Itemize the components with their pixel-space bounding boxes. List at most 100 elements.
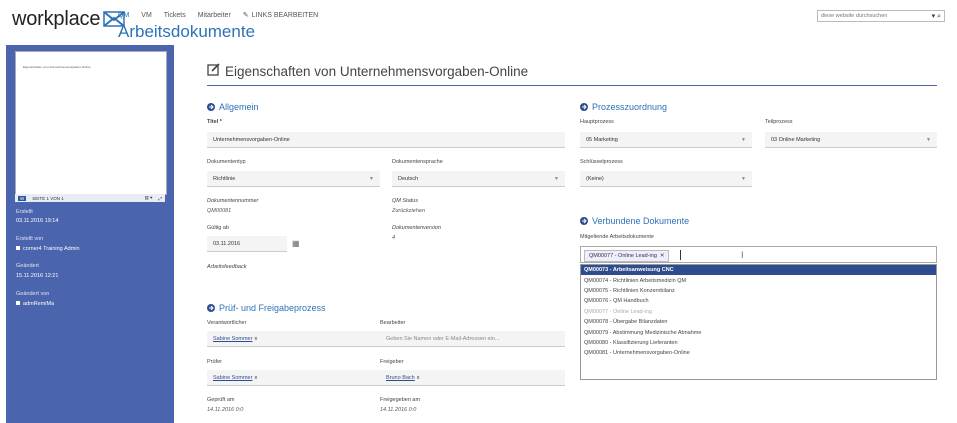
freigeber-people-picker[interactable]: Bruno Bach x (380, 370, 565, 386)
changed-by-value[interactable]: admRemiMa (16, 301, 54, 307)
teil-label: Teilprozess (765, 119, 793, 125)
nav-mitarbeiter[interactable]: Mitarbeiter (198, 12, 231, 19)
created-by-value[interactable]: corner4 Training Admin (16, 246, 80, 252)
doktyp-select[interactable]: Richtlinie ▼ (207, 171, 380, 187)
person-token[interactable]: Sabine Sommer (213, 336, 252, 342)
freigegeben-label: Freigegeben am (380, 397, 421, 403)
verantw-people-picker[interactable]: Sabine Sommer x (207, 331, 380, 347)
person-token[interactable]: Sabine Sommer (213, 375, 252, 381)
schluesselprozess-select[interactable]: (Keine) ▼ (580, 171, 752, 187)
view-options-icon[interactable]: ▥ ▾ (145, 195, 153, 201)
nav-tickets[interactable]: Tickets (164, 12, 186, 19)
version-value: 4 (392, 235, 396, 241)
changed-value: 15.11.2016 12:21 (16, 273, 59, 279)
person-token[interactable]: Bruno Bach (386, 375, 415, 381)
user-presence-icon (16, 301, 20, 305)
text-cursor (680, 250, 681, 260)
doknr-label: Dokumentennummer (207, 198, 259, 204)
list-item[interactable]: QM00074 - Richtlinien Arbeitsmedizin QM (581, 275, 936, 285)
preview-text: Eigenschaften von Unternehmensvorgaben-O… (23, 65, 91, 69)
arrow-circle-icon (580, 103, 588, 111)
list-item[interactable]: QM00078 - Übergabe Bilanzdaten (581, 317, 936, 327)
pruefer-people-picker[interactable]: Sabine Sommer x (207, 370, 380, 386)
calendar-icon[interactable]: ▦ (292, 239, 300, 248)
remove-icon[interactable]: x (254, 336, 257, 342)
gueltig-label: Gültig ab (207, 225, 230, 231)
selected-token[interactable]: QM00077 - Online Lead-ing ✕ (584, 250, 670, 262)
geprueft-label: Geprüft am (207, 397, 235, 403)
site-logo[interactable]: workplace (12, 8, 125, 33)
haupt-label: Hauptprozess (580, 119, 614, 125)
status-value: Zurückziehen (392, 208, 426, 214)
page-indicator: SEITE 1 VON 1 (32, 195, 64, 201)
dokspr-select[interactable]: Deutsch ▼ (392, 171, 565, 187)
bearbeiter-label: Bearbeiter (380, 320, 406, 326)
list-item[interactable]: QM00075 - Richtlinien Konzernbilanz (581, 286, 936, 296)
doknr-value: QM00081 (207, 208, 232, 214)
verbunden-heading[interactable]: Verbundene Dokumente (580, 216, 689, 226)
close-icon[interactable]: ✕ (660, 253, 665, 259)
chevron-down-icon: ▼ (741, 136, 746, 143)
word-icon: W (18, 195, 27, 201)
titel-input[interactable]: Unternehmensvorgaben-Online (207, 132, 565, 148)
list-item[interactable]: QM00079 - Abstimmung Medizinische Abnahm… (581, 327, 936, 337)
list-item[interactable]: QM00073 - Arbeitsanweisung CNC (581, 265, 936, 276)
pruef-heading[interactable]: Prüf- und Freigabeprozess (207, 303, 326, 313)
created-by-label: Erstellt von (16, 236, 44, 242)
pencil-icon: ✎ (242, 12, 249, 19)
list-item[interactable]: QM00076 - QM Handbuch (581, 296, 936, 306)
allgemein-heading[interactable]: Allgemein (207, 102, 259, 112)
doktyp-label: Dokumententyp (207, 159, 246, 165)
search-input[interactable]: diese website durchsuchen (821, 13, 887, 19)
edit-links-button[interactable]: ✎ LINKS BEARBEITEN (242, 11, 318, 20)
status-label: QM Status (392, 198, 418, 204)
list-item: QM00077 - Online Lead-ing (584, 308, 652, 315)
arrow-circle-icon (207, 304, 215, 312)
hauptprozess-select[interactable]: 05 Marketing ▼ (580, 132, 752, 148)
mouse-ibeam-icon: I (741, 250, 744, 260)
geprueft-value: 14.11.2016 0:0 (207, 407, 244, 413)
list-item[interactable]: QM00081 - Unternehmensvorgaben-Online (581, 348, 936, 358)
preview-toolbar: W SEITE 1 VON 1 ▥ ▾ ⤢ (15, 194, 165, 202)
user-presence-icon (16, 246, 20, 250)
list-item[interactable]: QM00080 - Klassifizierung Lieferanten (581, 338, 936, 348)
version-label: Dokumentenversion (392, 225, 441, 231)
arrow-circle-icon (580, 217, 588, 225)
chevron-down-icon: ▼ (369, 175, 374, 182)
mitgeltend-multiselect[interactable]: QM00077 - Online Lead-ing ✕ I (580, 246, 937, 263)
schluessel-label: Schlüsselprozess (580, 159, 623, 165)
teilprozess-select[interactable]: 03 Online Marketing ▼ (765, 132, 937, 148)
section-title: Eigenschaften von Unternehmensvorgaben-O… (207, 63, 528, 79)
top-navigation: QM VM Tickets Mitarbeiter ✎ LINKS BEARBEI… (118, 11, 318, 20)
created-value: 03.11.2016 19:14 (16, 218, 59, 224)
chevron-down-icon: ▼ (741, 175, 746, 182)
search-icon[interactable]: ▾ ⌕ (932, 12, 941, 21)
chevron-down-icon: ▼ (926, 136, 931, 143)
arrow-circle-icon (207, 103, 215, 111)
chevron-down-icon: ▼ (554, 175, 559, 182)
gueltig-date-input[interactable]: 03.11.2016 (207, 236, 287, 252)
bearbeiter-people-picker[interactable]: Geben Sie Namen oder E-Mail-Adressen ein… (380, 331, 565, 347)
dropdown-list: QM00073 - Arbeitsanweisung CNC QM00074 -… (580, 264, 937, 380)
document-preview[interactable] (15, 51, 167, 195)
page-title: Arbeitsdokumente (118, 22, 256, 41)
search-box[interactable]: diese website durchsuchen ▾ ⌕ (817, 10, 945, 22)
mitgeltend-label: Mitgeltende Arbeitsdokumente (580, 234, 654, 240)
freigeber-label: Freigeber (380, 359, 404, 365)
fullscreen-icon[interactable]: ⤢ (158, 196, 162, 201)
titel-label: Titel * (207, 119, 222, 125)
prozess-heading[interactable]: Prozesszuordnung (580, 102, 667, 112)
freigegeben-value: 14.11.2016 0:0 (380, 407, 417, 413)
sidebar: Eigenschaften von Unternehmensvorgaben-O… (6, 45, 174, 423)
created-label: Erstellt (16, 209, 33, 215)
dokspr-label: Dokumentensprache (392, 159, 443, 165)
remove-icon[interactable]: x (254, 375, 257, 381)
changed-by-label: Geändert von (16, 291, 50, 297)
remove-icon[interactable]: x (417, 375, 420, 381)
feedback-label: Arbeitsfeedback (207, 264, 247, 270)
verantw-label: Verantwortlicher (207, 320, 247, 326)
nav-vm[interactable]: VM (141, 12, 152, 19)
edit-form-icon (207, 63, 220, 79)
divider (207, 85, 937, 86)
nav-qm[interactable]: QM (118, 12, 129, 19)
